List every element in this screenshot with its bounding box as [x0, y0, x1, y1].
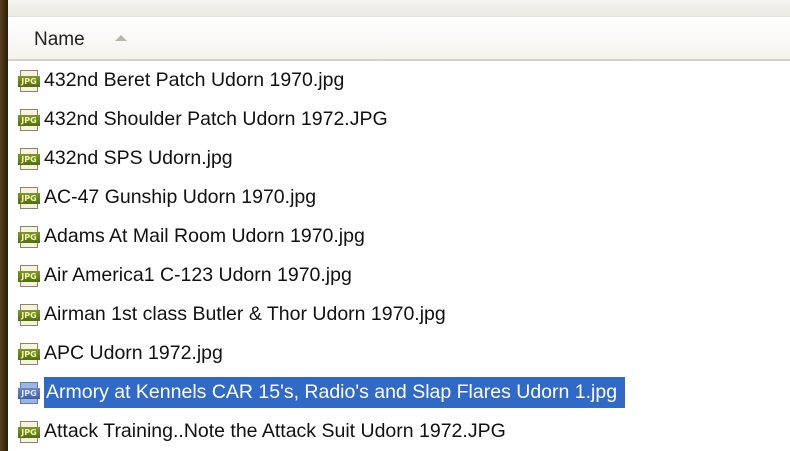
- file-type-badge: JPG: [18, 153, 40, 165]
- toolbar-strip: [8, 0, 790, 17]
- file-type-badge: JPG: [18, 114, 40, 126]
- file-row[interactable]: JPG Attack Training..Note the Attack Sui…: [8, 412, 790, 451]
- column-header-name[interactable]: Name: [8, 17, 790, 61]
- jpg-file-icon: JPG: [18, 69, 40, 92]
- file-list-window: Name JPG 432nd Beret Patch Udorn 1970.jp…: [8, 0, 790, 451]
- column-header-label: Name: [34, 29, 85, 50]
- file-name: Airman 1st class Butler & Thor Udorn 197…: [44, 303, 446, 325]
- jpg-file-icon: JPG: [18, 108, 40, 131]
- file-row[interactable]: JPG Airman 1st class Butler & Thor Udorn…: [8, 295, 790, 334]
- file-row[interactable]: JPG Adams At Mail Room Udorn 1970.jpg: [8, 217, 790, 256]
- jpg-file-icon: JPG: [18, 420, 40, 443]
- file-row[interactable]: JPG 432nd SPS Udorn.jpg: [8, 139, 790, 178]
- file-type-badge: JPG: [18, 231, 40, 243]
- file-type-badge: JPG: [18, 426, 40, 438]
- file-type-badge: JPG: [18, 387, 40, 399]
- jpg-file-icon: JPG: [18, 147, 40, 170]
- file-row[interactable]: JPG APC Udorn 1972.jpg: [8, 334, 790, 373]
- file-type-badge: JPG: [18, 192, 40, 204]
- file-row[interactable]: JPG AC-47 Gunship Udorn 1970.jpg: [8, 178, 790, 217]
- file-list: JPG 432nd Beret Patch Udorn 1970.jpg JPG…: [8, 61, 790, 451]
- sort-ascending-icon: [115, 35, 127, 41]
- file-name: Air America1 C-123 Udorn 1970.jpg: [44, 264, 352, 286]
- file-row-selected[interactable]: JPG Armory at Kennels CAR 15's, Radio's …: [8, 373, 790, 412]
- jpg-file-icon: JPG: [18, 381, 40, 404]
- file-type-badge: JPG: [18, 270, 40, 282]
- jpg-file-icon: JPG: [18, 225, 40, 248]
- file-type-badge: JPG: [18, 348, 40, 360]
- jpg-file-icon: JPG: [18, 264, 40, 287]
- file-type-badge: JPG: [18, 309, 40, 321]
- jpg-file-icon: JPG: [18, 303, 40, 326]
- file-name: APC Udorn 1972.jpg: [44, 342, 223, 364]
- file-name: 432nd SPS Udorn.jpg: [44, 147, 233, 169]
- desktop-edge: [0, 0, 8, 451]
- file-row[interactable]: JPG Air America1 C-123 Udorn 1970.jpg: [8, 256, 790, 295]
- jpg-file-icon: JPG: [18, 186, 40, 209]
- file-row[interactable]: JPG 432nd Shoulder Patch Udorn 1972.JPG: [8, 100, 790, 139]
- jpg-file-icon: JPG: [18, 342, 40, 365]
- file-row[interactable]: JPG 432nd Beret Patch Udorn 1970.jpg: [8, 61, 790, 100]
- file-name: 432nd Beret Patch Udorn 1970.jpg: [44, 69, 345, 91]
- file-name: Armory at Kennels CAR 15's, Radio's and …: [44, 377, 626, 408]
- file-name: AC-47 Gunship Udorn 1970.jpg: [44, 186, 317, 208]
- file-name: Attack Training..Note the Attack Suit Ud…: [44, 420, 506, 442]
- file-name: 432nd Shoulder Patch Udorn 1972.JPG: [44, 108, 388, 130]
- file-name: Adams At Mail Room Udorn 1970.jpg: [44, 225, 365, 247]
- file-type-badge: JPG: [18, 75, 40, 87]
